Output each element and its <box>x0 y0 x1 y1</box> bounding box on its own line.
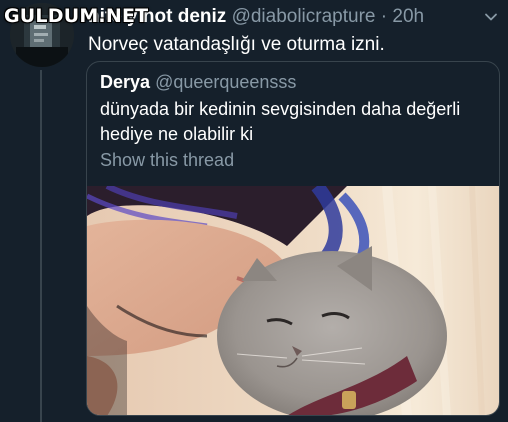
quoted-tweet-text: dünyada bir kedinin sevgisinden daha değ… <box>100 99 461 144</box>
chevron-down-icon[interactable] <box>484 10 498 24</box>
author-handle[interactable]: @diabolicrapture <box>232 6 376 27</box>
quoted-tweet-card[interactable]: Derya @queerqueensss dünyada bir kedinin… <box>86 61 500 416</box>
tweet-header: nitely not deniz @diabolicrapture · 20h <box>88 6 498 30</box>
quoted-author-display-name[interactable]: Derya <box>100 72 150 92</box>
quoted-tweet-header: Derya @queerqueensss <box>100 72 296 93</box>
quoted-tweet-photo[interactable] <box>87 186 499 416</box>
tweet-text: Norveç vatandaşlığı ve oturma izni. <box>88 34 385 55</box>
header-separator: · <box>380 6 388 27</box>
site-watermark: GULDUM.NET <box>4 5 149 27</box>
quoted-author-handle[interactable]: @queerqueensss <box>155 72 296 92</box>
show-thread-link[interactable]: Show this thread <box>100 150 234 171</box>
thread-connector-line <box>40 70 42 422</box>
tweet-timestamp[interactable]: 20h <box>392 6 424 27</box>
